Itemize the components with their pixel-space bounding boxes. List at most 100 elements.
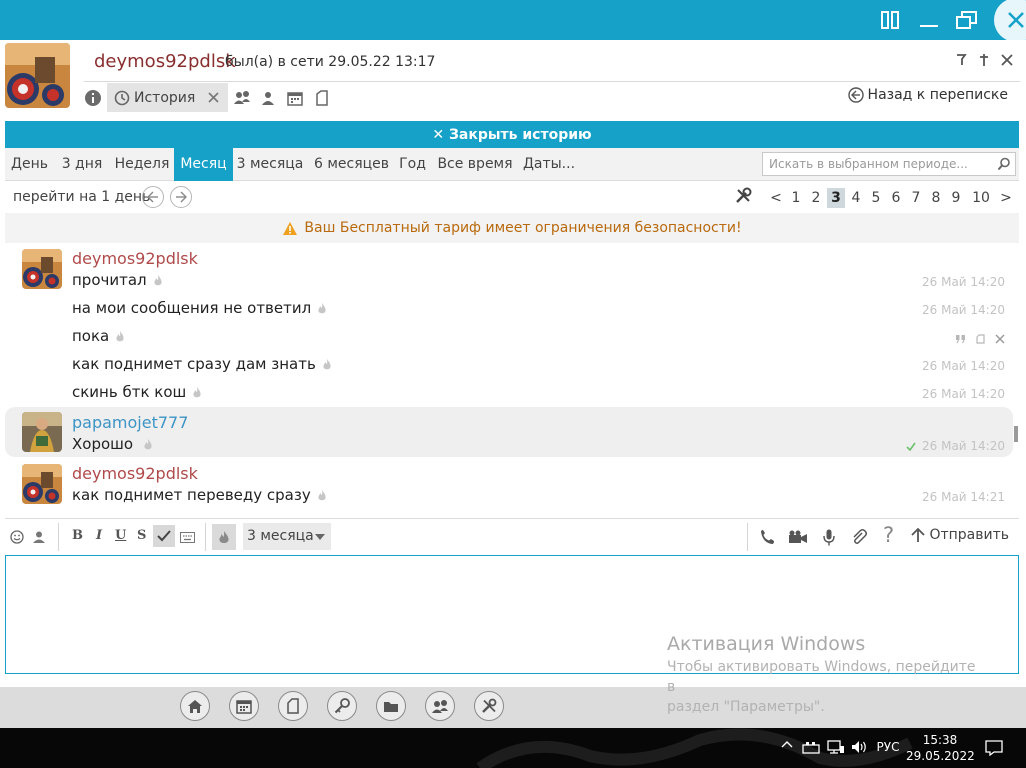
history-tab[interactable]: История — [107, 83, 228, 112]
page-4[interactable]: 4 — [847, 188, 865, 208]
video-call-icon[interactable] — [787, 528, 809, 546]
period-search-input[interactable]: Искать в выбранном периоде... — [762, 152, 1016, 176]
page-next[interactable]: > — [997, 188, 1015, 208]
message-author[interactable]: deymos92pdlsk — [72, 464, 198, 483]
chevron-up-icon[interactable] — [778, 740, 796, 748]
home-icon — [188, 699, 202, 713]
volume-icon[interactable] — [850, 740, 870, 754]
page-prev[interactable]: < — [767, 188, 785, 208]
tab-day[interactable]: День — [5, 148, 54, 181]
info-icon[interactable] — [84, 89, 102, 107]
avatar[interactable] — [22, 412, 62, 452]
clock[interactable]: 15:38 29.05.2022 — [906, 732, 975, 764]
bold-button[interactable]: B — [72, 528, 83, 543]
calendar-button[interactable] — [229, 691, 259, 721]
page-2[interactable]: 2 — [807, 188, 825, 208]
group-icon[interactable] — [259, 89, 277, 107]
settings-button[interactable] — [474, 691, 504, 721]
back-to-chat-link[interactable]: Назад к переписке — [847, 87, 1008, 103]
message-author[interactable]: papamojet777 — [72, 413, 188, 432]
close-window-button[interactable] — [994, 0, 1026, 42]
split-view-icon[interactable] — [876, 5, 906, 35]
message-time: 26 Май 14:20 — [922, 439, 1005, 453]
home-button[interactable] — [180, 691, 210, 721]
strike-button[interactable]: S — [137, 528, 146, 543]
avatar[interactable] — [22, 464, 62, 504]
attach-icon[interactable] — [850, 528, 868, 546]
help-button[interactable]: ? — [883, 523, 894, 547]
sticker-icon[interactable] — [30, 528, 48, 546]
network-icon[interactable] — [826, 740, 846, 754]
flame-icon — [193, 386, 201, 397]
period-select[interactable]: 3 месяца — [243, 523, 331, 550]
calendar-icon[interactable] — [286, 89, 304, 107]
folder-button[interactable] — [376, 691, 406, 721]
keyboard-icon[interactable] — [178, 528, 196, 546]
restore-icon[interactable] — [952, 5, 982, 35]
contact-avatar[interactable] — [5, 43, 70, 108]
copy-icon[interactable] — [976, 334, 985, 344]
contact-name[interactable]: deymos92pdlsk — [94, 51, 236, 72]
next-day-button[interactable] — [170, 186, 192, 208]
note-icon[interactable] — [313, 89, 331, 107]
tab-3-months[interactable]: 3 месяца — [233, 148, 307, 181]
contacts-icon[interactable] — [233, 89, 251, 107]
language-indicator[interactable]: РУС — [874, 740, 902, 754]
pin-down-icon[interactable] — [953, 52, 969, 68]
message-time: 26 Май 14:20 — [922, 387, 1005, 401]
avatar[interactable] — [22, 249, 62, 289]
message-text: пока — [72, 327, 125, 345]
page-5[interactable]: 5 — [867, 188, 885, 208]
phone-icon[interactable] — [758, 528, 776, 546]
tab-3-days[interactable]: 3 дня — [54, 148, 110, 181]
history-label: История — [134, 89, 196, 106]
contacts-button[interactable] — [425, 691, 455, 721]
tab-week[interactable]: Неделя — [110, 148, 174, 181]
notifications-icon[interactable] — [984, 740, 1004, 756]
tools-icon[interactable] — [734, 187, 752, 205]
pin-icon[interactable] — [976, 52, 992, 68]
prev-day-button[interactable] — [142, 186, 164, 208]
underline-button[interactable]: U — [115, 528, 126, 543]
spellcheck-toggle[interactable] — [153, 525, 175, 547]
emoji-icon[interactable] — [8, 528, 26, 546]
page-7[interactable]: 7 — [907, 188, 925, 208]
message-author[interactable]: deymos92pdlsk — [72, 249, 198, 268]
send-button[interactable]: Отправить — [911, 527, 1009, 543]
page-8[interactable]: 8 — [927, 188, 945, 208]
minimize-icon[interactable] — [914, 5, 944, 35]
close-chat-icon[interactable] — [999, 52, 1015, 68]
message-time: 26 Май 14:20 — [922, 359, 1005, 373]
delete-icon[interactable] — [995, 334, 1005, 344]
page-1[interactable]: 1 — [787, 188, 805, 208]
tab-dates[interactable]: Даты... — [519, 148, 579, 181]
tab-year[interactable]: Год — [396, 148, 429, 181]
calendar-icon — [236, 699, 252, 714]
page-3[interactable]: 3 — [827, 188, 845, 208]
send-label: Отправить — [929, 527, 1009, 543]
search-icon[interactable] — [997, 157, 1011, 171]
notes-button[interactable] — [278, 691, 308, 721]
quote-icon[interactable] — [956, 334, 966, 344]
back-label: Назад к переписке — [867, 87, 1008, 103]
italic-button[interactable]: I — [96, 528, 102, 543]
scrollbar-thumb[interactable] — [1014, 426, 1018, 442]
device-icon[interactable] — [801, 740, 821, 754]
microphone-icon[interactable] — [820, 528, 838, 546]
close-history-icon[interactable] — [208, 92, 219, 103]
tab-month[interactable]: Месяц — [174, 148, 233, 181]
message-group: deymos92pdlsk как поднимет переведу сраз… — [5, 459, 1013, 511]
close-history-button[interactable]: ✕ Закрыть историю — [5, 121, 1019, 148]
keys-button[interactable] — [327, 691, 357, 721]
page-6[interactable]: 6 — [887, 188, 905, 208]
page-9[interactable]: 9 — [947, 188, 965, 208]
flame-icon — [154, 274, 162, 285]
flame-icon — [318, 302, 326, 313]
activation-text: Чтобы активировать Windows, перейдите в … — [667, 657, 987, 717]
message-text: как поднимет переведу сразу — [72, 486, 327, 504]
tab-6-months[interactable]: 6 месяцев — [307, 148, 396, 181]
self-destruct-toggle[interactable] — [212, 524, 236, 550]
page-10[interactable]: 10 — [969, 188, 993, 208]
tab-all-time[interactable]: Все время — [436, 148, 514, 181]
close-icon — [1008, 12, 1024, 28]
